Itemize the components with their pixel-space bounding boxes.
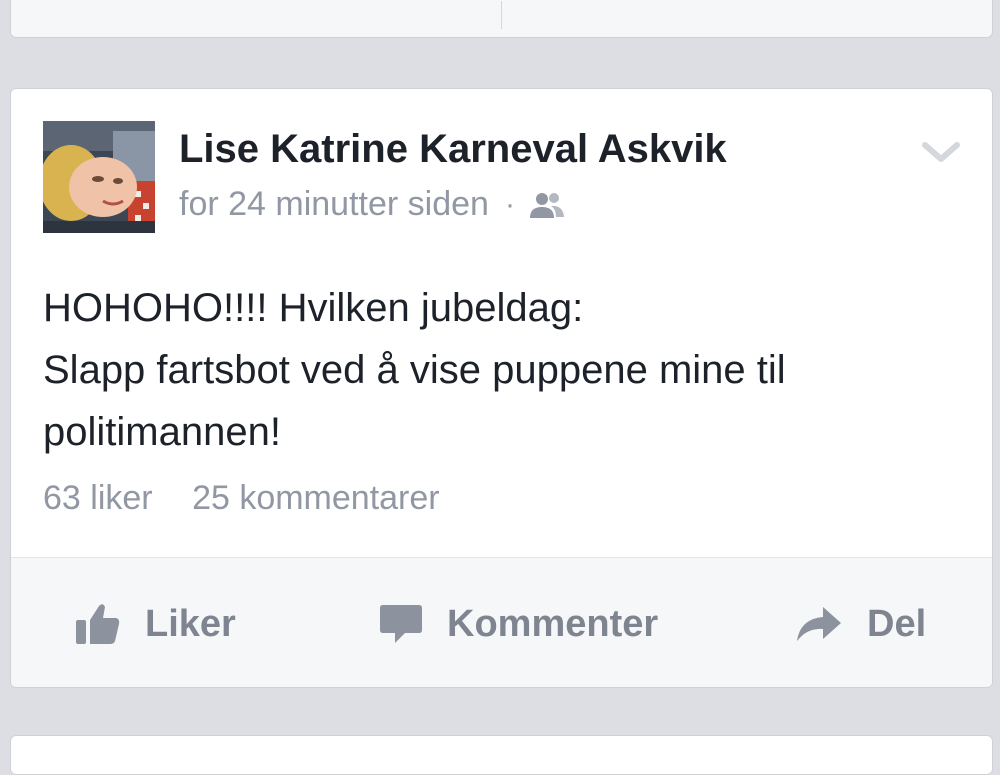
comment-count[interactable]: 25 kommentarer: [192, 479, 440, 517]
post-text-line: politimannen!: [43, 410, 281, 454]
avatar[interactable]: [43, 121, 155, 233]
share-button-label: Del: [867, 602, 927, 645]
comment-button[interactable]: Kommenter: [379, 598, 658, 650]
comment-bubble-icon: [380, 605, 422, 643]
previous-post-divider: [501, 1, 502, 29]
meta-separator: ·: [504, 187, 515, 221]
previous-post-card: [10, 0, 993, 38]
friends-icon[interactable]: [529, 190, 565, 220]
share-button[interactable]: Del: [795, 598, 926, 650]
post-text: HOHOHO!!!! Hvilken jubeldag: Slapp farts…: [43, 277, 963, 463]
action-bar: Liker Kommenter Del: [11, 557, 992, 687]
thumbs-up-icon: [76, 604, 120, 644]
comment-button-label: Kommenter: [447, 602, 659, 645]
like-button[interactable]: Liker: [75, 598, 236, 650]
post-author-name[interactable]: Lise Katrine Karneval Askvik: [179, 127, 727, 172]
post-card: Lise Katrine Karneval Askvik for 24 minu…: [10, 88, 993, 688]
post-text-line: Slapp fartsbot ved å vise puppene mine t…: [43, 348, 786, 392]
chevron-down-icon[interactable]: [921, 137, 961, 167]
post-stats: 63 liker 25 kommentarer: [43, 479, 440, 518]
post-text-line: HOHOHO!!!! Hvilken jubeldag:: [43, 286, 584, 330]
like-button-label: Liker: [145, 602, 236, 645]
share-arrow-icon: [797, 607, 841, 641]
next-post-card: [10, 735, 993, 775]
post-timestamp[interactable]: for 24 minutter siden: [179, 185, 489, 224]
post-meta: for 24 minutter siden ·: [179, 185, 565, 224]
avatar-photo: [43, 121, 155, 233]
like-count[interactable]: 63 liker: [43, 479, 153, 517]
